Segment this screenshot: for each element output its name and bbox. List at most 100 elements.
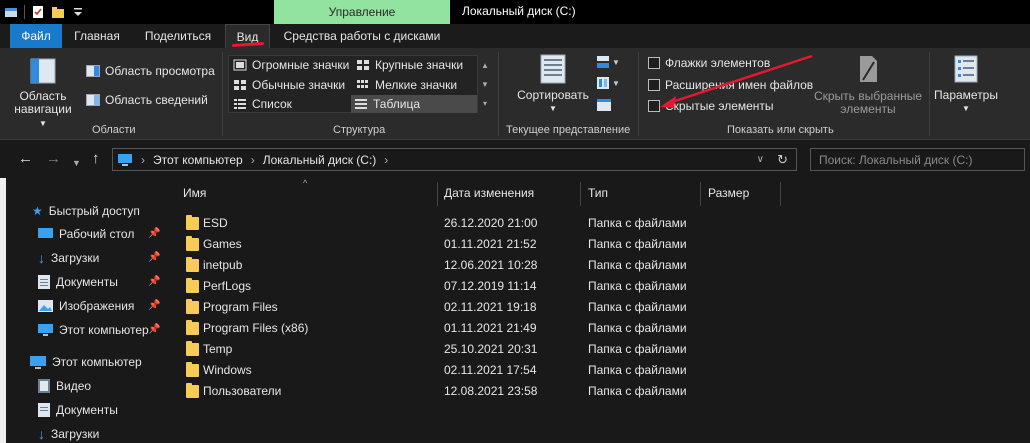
layout-scroll-arrows[interactable]: ▲ ▼ ▾ [480, 56, 490, 113]
pin-icon[interactable]: 📌 [148, 300, 160, 311]
pin-icon[interactable]: 📌 [148, 252, 160, 263]
table-row[interactable]: PerfLogs 07.12.2019 11:14 Папка с файлам… [165, 276, 1030, 297]
column-separator[interactable] [437, 182, 438, 206]
layout-small-icons[interactable]: Мелкие значки [353, 76, 457, 94]
tab-share[interactable]: Поделиться [140, 24, 216, 48]
table-row[interactable]: Program Files (x86) 01.11.2021 21:49 Пап… [165, 318, 1030, 339]
navigation-pane-icon [30, 58, 56, 84]
table-row[interactable]: inetpub 12.06.2021 10:28 Папка с файлами [165, 255, 1030, 276]
nav-item-downloads[interactable]: ↓ Загрузки [38, 249, 99, 267]
file-name: Games [203, 237, 242, 251]
breadcrumb-this-pc[interactable]: Этот компьютер [153, 153, 243, 167]
folder-icon [186, 320, 199, 335]
address-dropdown-icon[interactable]: ∨ [757, 154, 764, 165]
sort-label: Сортировать [517, 88, 589, 102]
nav-item-pictures[interactable]: Изображения [38, 297, 134, 315]
preview-pane-button[interactable]: Область просмотра [86, 62, 215, 80]
layout-details[interactable]: Таблица [351, 95, 477, 113]
file-name: Temp [203, 342, 233, 356]
star-icon: ★ [32, 204, 43, 218]
column-header-type[interactable]: Тип [588, 186, 608, 200]
chevron-down-icon: ▼ [612, 78, 620, 88]
group-label-show-hide: Показать или скрыть [727, 124, 834, 136]
pin-icon[interactable]: 📌 [148, 276, 160, 287]
layout-list-label: Список [252, 97, 292, 111]
layout-list[interactable]: Список [230, 95, 292, 113]
group-by-button[interactable]: ▼ [596, 55, 620, 69]
list-icon [234, 99, 246, 109]
file-type: Папка с файлами [588, 363, 687, 377]
table-row[interactable]: Пользователи 12.08.2021 23:58 Папка с фа… [165, 381, 1030, 402]
forward-arrow-icon[interactable]: → [46, 151, 61, 167]
nav-item-documents[interactable]: Документы [38, 273, 118, 291]
nav-item-desktop[interactable]: Рабочий стол [38, 225, 134, 243]
recent-chevron-icon[interactable]: ▼ [72, 155, 81, 171]
context-tab-manage[interactable]: Управление [274, 0, 450, 24]
nav-item-videos[interactable]: Видео [38, 377, 91, 395]
properties-icon[interactable] [4, 5, 18, 19]
nav-this-pc[interactable]: Этот компьютер [30, 353, 142, 371]
breadcrumb-local-disk[interactable]: Локальный диск (C:) [263, 153, 377, 167]
options-button[interactable]: Параметры ▼ [932, 54, 1000, 115]
back-arrow-icon[interactable]: ← [18, 151, 33, 167]
hide-selected-button[interactable]: Скрыть выбранные элементы [812, 54, 924, 116]
column-header-modified[interactable]: Дата изменения [444, 186, 534, 200]
checkmark-doc-icon[interactable] [31, 5, 45, 19]
file-type: Папка с файлами [588, 321, 687, 335]
layout-extra-large-icons[interactable]: Огромные значки [230, 56, 349, 74]
refresh-icon[interactable]: ↻ [777, 152, 788, 168]
layout-medium-label: Обычные значки [252, 78, 346, 92]
folder-icon [186, 278, 199, 293]
file-modified: 02.11.2021 17:54 [444, 363, 537, 377]
nav-item-pc-downloads[interactable]: ↓ Загрузки [38, 425, 99, 443]
nav-quick-access[interactable]: ★ Быстрый доступ [32, 202, 140, 220]
tab-file[interactable]: Файл [10, 24, 62, 48]
navigation-pane-button[interactable]: Область навигации ▼ [10, 56, 76, 130]
layout-large-icons[interactable]: Крупные значки [353, 56, 463, 74]
nav-item-pc-downloads-label: Загрузки [51, 427, 100, 441]
nav-item-pc-documents[interactable]: Документы [38, 401, 118, 419]
search-input[interactable]: Поиск: Локальный диск (C:) [810, 148, 1025, 171]
column-header-size[interactable]: Размер [708, 186, 749, 200]
table-row[interactable]: Windows 02.11.2021 17:54 Папка с файлами [165, 360, 1030, 381]
tab-disk-tools[interactable]: Средства работы с дисками [274, 24, 450, 48]
column-separator[interactable] [700, 182, 701, 206]
pin-icon[interactable]: 📌 [148, 324, 160, 335]
sort-button[interactable]: Сортировать ▼ [516, 54, 590, 115]
column-separator[interactable] [580, 182, 581, 206]
new-folder-icon[interactable] [51, 5, 65, 19]
table-row[interactable]: Program Files 02.11.2021 19:18 Папка с ф… [165, 297, 1030, 318]
chevron-down-icon: ▼ [612, 57, 620, 67]
chevron-down-icon[interactable] [71, 5, 85, 19]
size-columns-icon [597, 99, 611, 111]
column-separator[interactable] [780, 182, 781, 206]
annotation-arrow [660, 54, 813, 108]
tab-home[interactable]: Главная [68, 24, 126, 48]
computer-icon [38, 324, 53, 336]
table-row[interactable]: ESD 26.12.2020 21:00 Папка с файлами [165, 213, 1030, 234]
qat-separator [24, 5, 25, 19]
folder-icon [186, 257, 199, 272]
ribbon: Область навигации ▼ Область просмотра Об… [0, 48, 1030, 140]
nav-quick-access-label: Быстрый доступ [48, 204, 140, 218]
table-row[interactable]: Temp 25.10.2021 20:31 Папка с файлами [165, 339, 1030, 360]
address-bar[interactable]: › Этот компьютер › Локальный диск (C:) ›… [112, 148, 797, 171]
size-columns-button[interactable] [596, 98, 612, 115]
details-pane-button[interactable]: Область сведений [86, 91, 208, 109]
pin-icon[interactable]: 📌 [148, 228, 160, 239]
nav-item-pictures-label: Изображения [59, 299, 135, 313]
layout-medium-icons[interactable]: Обычные значки [230, 76, 345, 94]
file-name: Windows [203, 363, 252, 377]
file-type: Папка с файлами [588, 237, 687, 251]
ribbon-separator [638, 52, 639, 136]
options-icon [954, 55, 978, 83]
folder-icon [186, 383, 199, 398]
folder-icon [186, 341, 199, 356]
nav-item-this-pc-pinned[interactable]: Этот компьютер [38, 321, 149, 339]
up-arrow-icon[interactable]: ↑ [92, 151, 100, 167]
document-icon [38, 275, 50, 289]
table-row[interactable]: Games 01.11.2021 21:52 Папка с файлами [165, 234, 1030, 255]
sort-indicator-icon: ^ [303, 178, 308, 188]
column-header-name[interactable]: Имя [183, 186, 206, 200]
add-columns-button[interactable]: ▼ [596, 76, 620, 90]
